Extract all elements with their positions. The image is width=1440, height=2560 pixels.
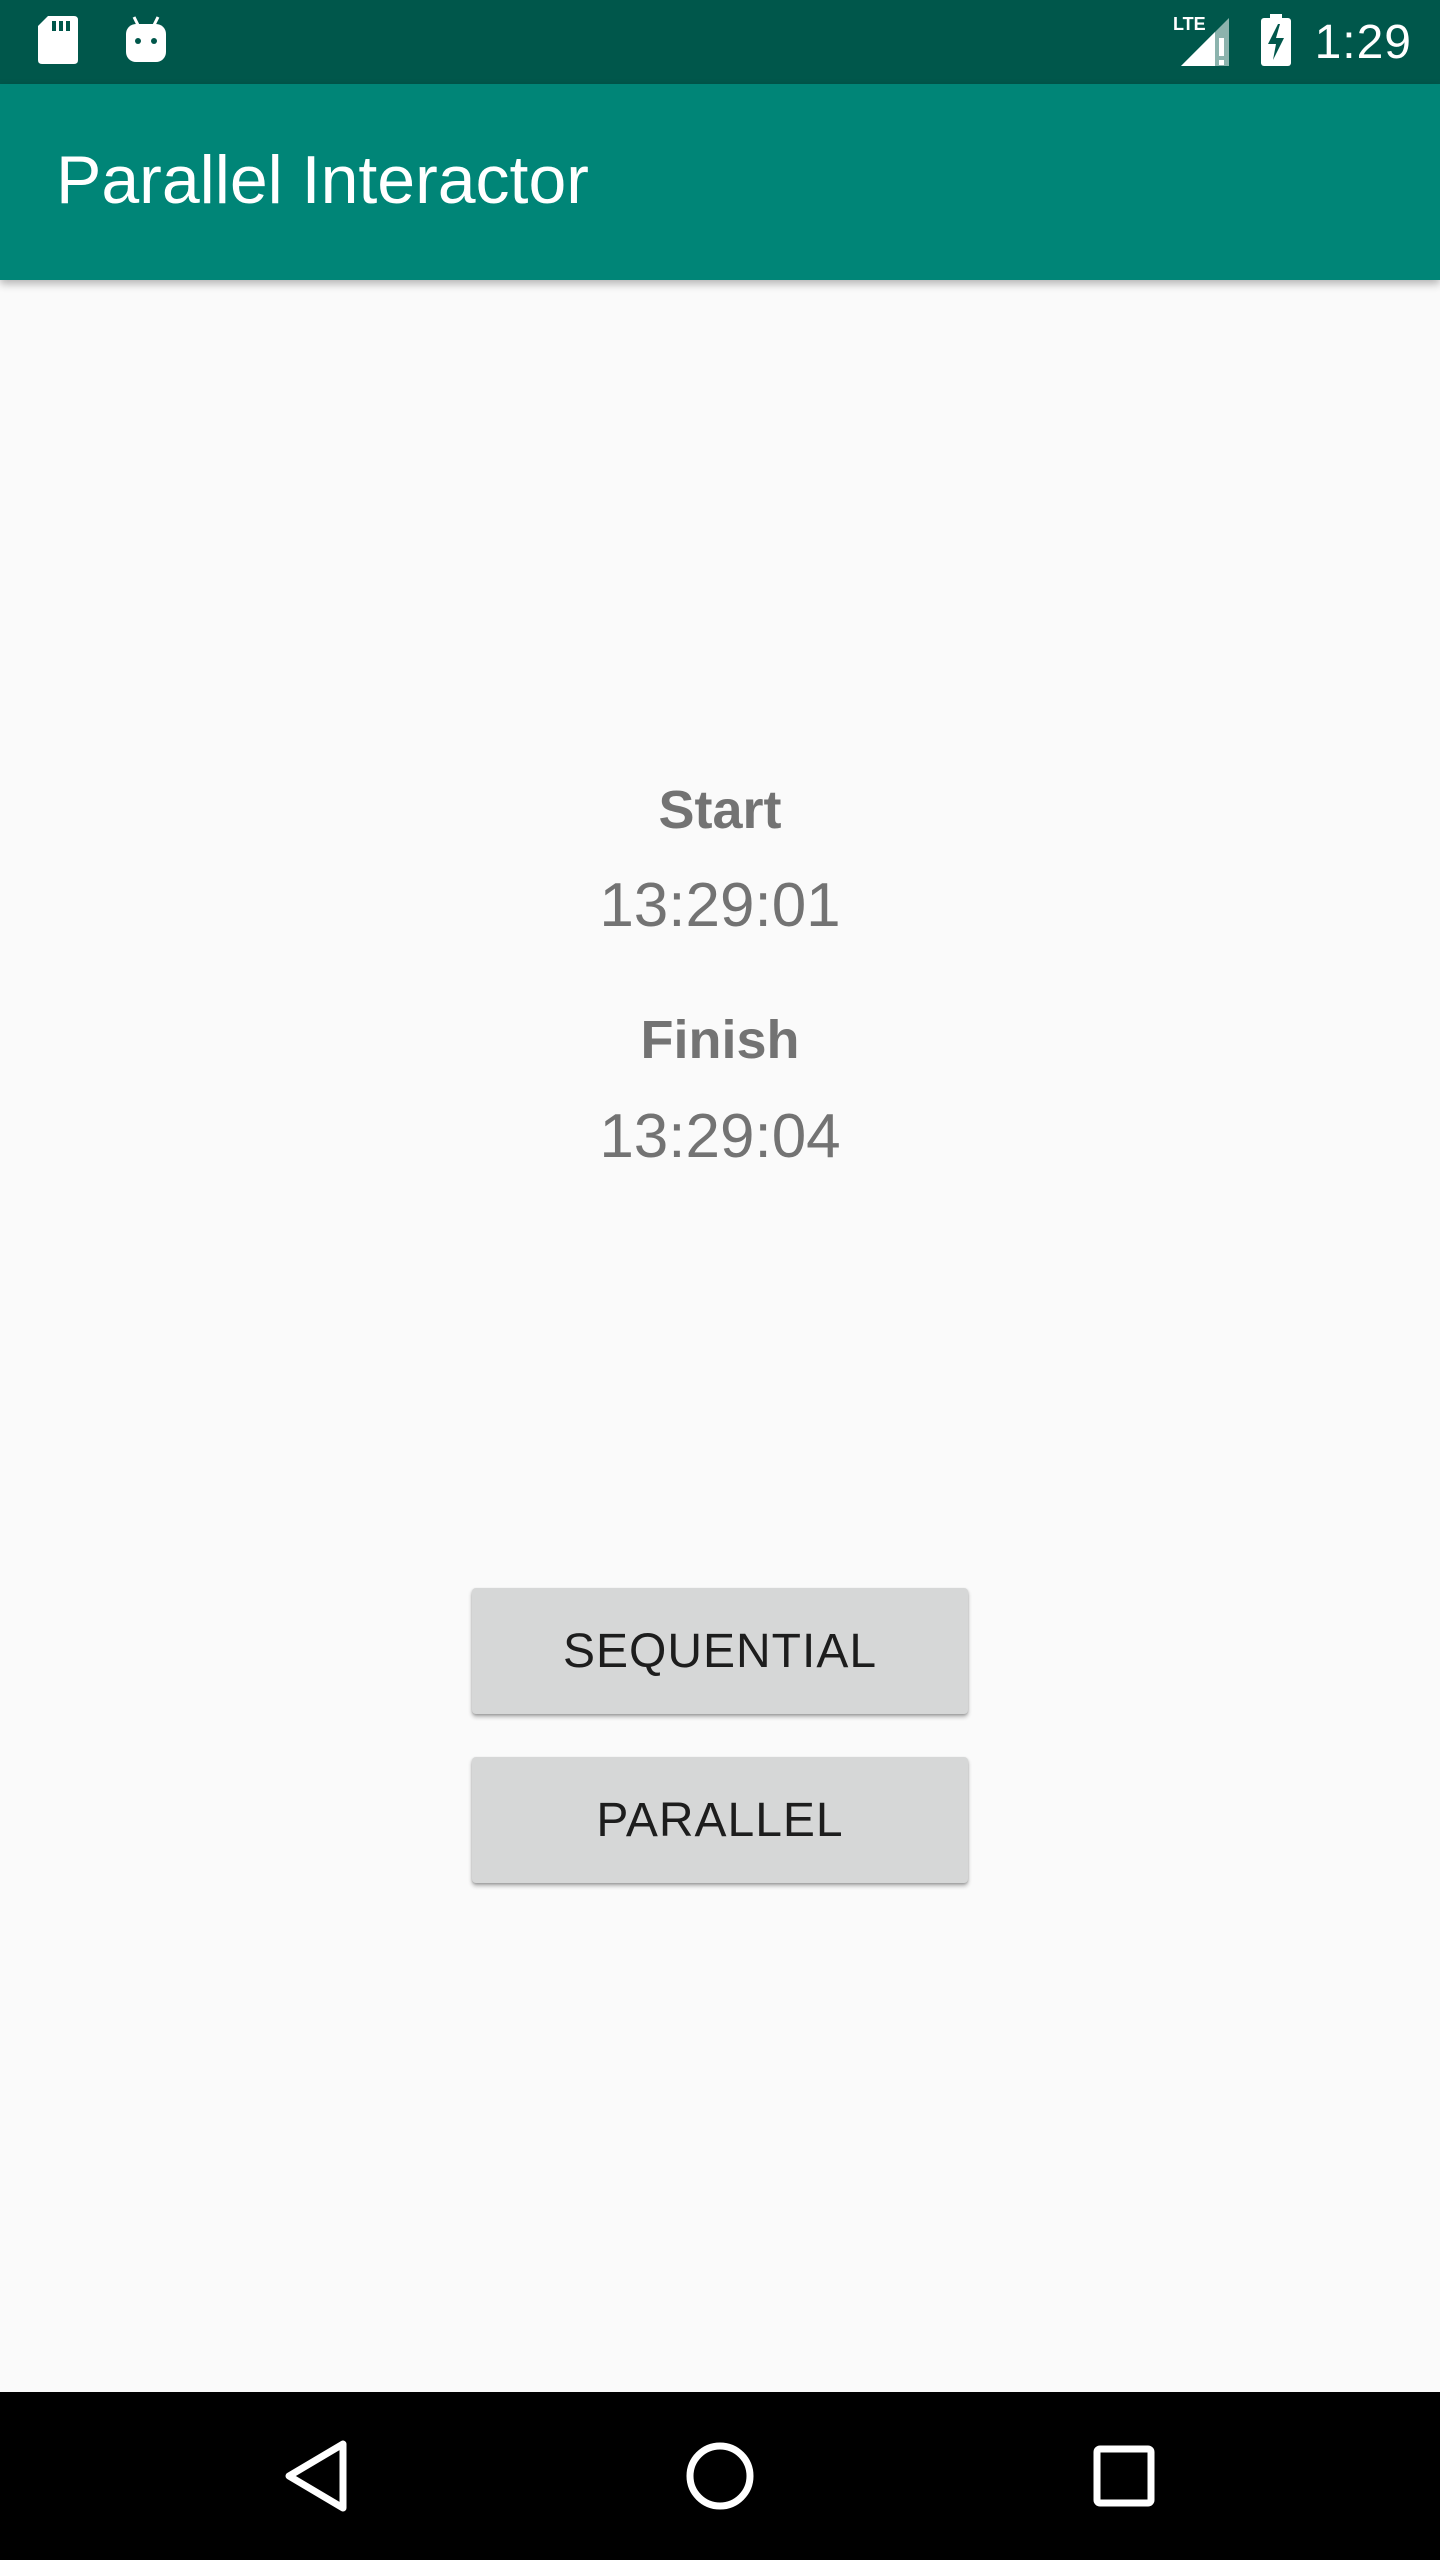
status-notifications (36, 14, 168, 70)
app-bar: Parallel Interactor (0, 84, 1440, 280)
finish-label: Finish (640, 1010, 800, 1070)
navigation-bar (0, 2392, 1440, 2560)
sd-card-icon (36, 14, 80, 71)
finish-time: 13:29:04 (599, 1102, 841, 1171)
parallel-button[interactable]: PARALLEL (472, 1757, 968, 1883)
app-title: Parallel Interactor (56, 142, 589, 218)
start-label: Start (658, 780, 782, 840)
android-icon (124, 15, 168, 70)
status-system: LTE 1:29 (1173, 0, 1412, 84)
main-content: Start 13:29:01 Finish 13:29:04 SEQUENTIA… (0, 280, 1440, 2392)
recents-icon[interactable] (1082, 2434, 1166, 2518)
status-bar: LTE 1:29 (0, 0, 1440, 84)
start-time: 13:29:01 (599, 871, 841, 940)
battery-charging-icon (1259, 12, 1293, 73)
status-time: 1:29 (1314, 15, 1412, 69)
back-icon[interactable] (274, 2434, 358, 2518)
sequential-button[interactable]: SEQUENTIAL (472, 1588, 968, 1714)
lte-signal-icon: LTE (1173, 12, 1237, 73)
home-icon[interactable] (678, 2434, 762, 2518)
lte-label: LTE (1173, 14, 1206, 34)
